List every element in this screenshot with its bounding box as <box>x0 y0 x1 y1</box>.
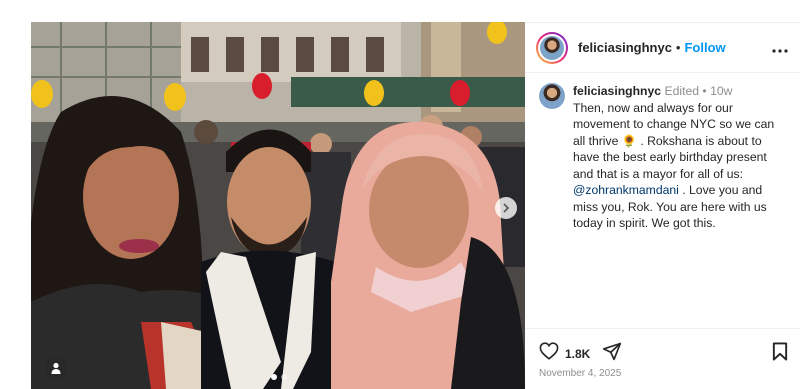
user-icon <box>51 362 61 374</box>
action-bar: 1.8K <box>525 328 800 368</box>
like-count[interactable]: 1.8K <box>565 347 590 361</box>
carousel-next-button[interactable] <box>495 197 517 219</box>
follow-button[interactable]: Follow <box>684 40 725 55</box>
post-date[interactable]: November 4, 2025 <box>539 368 621 379</box>
edited-label: Edited <box>664 84 700 98</box>
post-caption: feliciasinghnyc Edited • 10w Then, now a… <box>525 73 800 232</box>
mention-link[interactable]: @zohrankmamdani <box>573 183 679 197</box>
caption-body: feliciasinghnyc Edited • 10w Then, now a… <box>573 83 788 232</box>
avatar <box>540 35 564 60</box>
caption-username[interactable]: feliciasinghnyc <box>573 84 661 98</box>
post-header: feliciasinghnyc • Follow <box>525 23 800 73</box>
share-icon[interactable] <box>602 341 622 366</box>
carousel-indicator <box>271 374 287 380</box>
heart-icon[interactable] <box>539 342 559 365</box>
post-photo[interactable] <box>31 22 525 389</box>
meta-separator: • <box>702 84 707 98</box>
more-options-icon[interactable] <box>772 37 788 58</box>
story-ring[interactable] <box>536 31 568 64</box>
header-username[interactable]: feliciasinghnyc <box>578 40 672 55</box>
post-age[interactable]: 10w <box>710 84 732 98</box>
caption-avatar[interactable] <box>539 83 565 109</box>
carousel-dot <box>281 374 287 380</box>
chevron-right-icon <box>503 203 510 213</box>
follow-separator: • <box>675 40 681 55</box>
caption-text: Then, now and always for our movement to… <box>573 100 775 181</box>
selfie-image <box>31 22 525 389</box>
tagged-people-button[interactable] <box>45 357 67 379</box>
carousel-dot-active <box>271 374 277 380</box>
post-side-panel: feliciasinghnyc • Follow feliciasinghnyc… <box>525 22 800 389</box>
bookmark-icon[interactable] <box>772 341 788 366</box>
